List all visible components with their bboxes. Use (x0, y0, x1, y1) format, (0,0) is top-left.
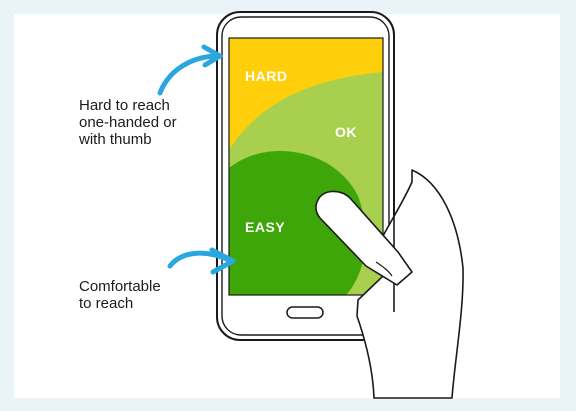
callout-hard-line-1: Hard to reach (79, 97, 170, 114)
callout-hard-line-3: with thumb (79, 131, 152, 148)
zone-label-easy: EASY (245, 219, 286, 235)
callout-comfortable-line-2: to reach (79, 295, 134, 312)
callout-hard-line-2: one-handed or (79, 114, 177, 131)
home-button (286, 306, 324, 319)
callout-hard-to-reach: Hard to reach one-handed or with thumb (79, 97, 177, 148)
thumb-zone-illustration (157, 11, 464, 399)
zone-label-hard: HARD (245, 68, 288, 84)
callout-comfortable-line-1: Comfortable (79, 278, 161, 295)
arrow-hard-icon (157, 44, 223, 96)
zone-label-ok: OK (335, 124, 357, 140)
callout-comfortable: Comfortable to reach (79, 278, 161, 312)
